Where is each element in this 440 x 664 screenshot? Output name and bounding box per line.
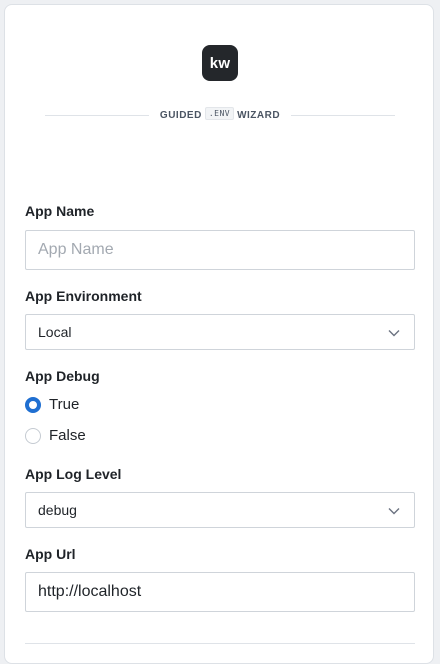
divider-right <box>291 114 396 116</box>
wizard-card: kw GUIDED .ENV WIZARD App Name App Envir… <box>4 4 434 664</box>
title-wizard: WIZARD <box>237 109 281 121</box>
app-debug-true-radio[interactable]: True <box>25 396 79 413</box>
title-guided: GUIDED <box>159 109 202 121</box>
logo-text: kw <box>209 54 231 72</box>
app-environment-value: Local <box>38 324 72 340</box>
app-environment-label: App Environment <box>25 288 142 304</box>
wizard-title: GUIDED .ENV WIZARD <box>45 106 396 123</box>
logo: kw <box>202 45 238 81</box>
app-log-level-select[interactable]: debug <box>25 492 415 528</box>
radio-unchecked-icon <box>25 427 41 444</box>
divider-bottom <box>25 643 415 644</box>
app-log-level-value: debug <box>38 502 77 518</box>
app-debug-false-label: False <box>49 427 86 444</box>
wizard-title-text: GUIDED .ENV WIZARD <box>149 106 291 122</box>
env-badge: .ENV <box>204 106 235 120</box>
app-url-input[interactable] <box>25 572 415 612</box>
chevron-down-icon <box>388 508 400 515</box>
radio-checked-icon <box>25 396 41 413</box>
app-debug-label: App Debug <box>25 368 100 384</box>
app-environment-select[interactable]: Local <box>25 314 415 350</box>
app-name-label: App Name <box>25 203 95 219</box>
app-debug-true-label: True <box>49 396 80 413</box>
app-url-label: App Url <box>25 546 76 562</box>
app-debug-false-radio[interactable]: False <box>25 427 86 444</box>
app-name-input[interactable] <box>25 230 415 270</box>
chevron-down-icon <box>388 330 400 337</box>
divider-left <box>45 114 149 116</box>
app-log-level-label: App Log Level <box>25 466 122 482</box>
